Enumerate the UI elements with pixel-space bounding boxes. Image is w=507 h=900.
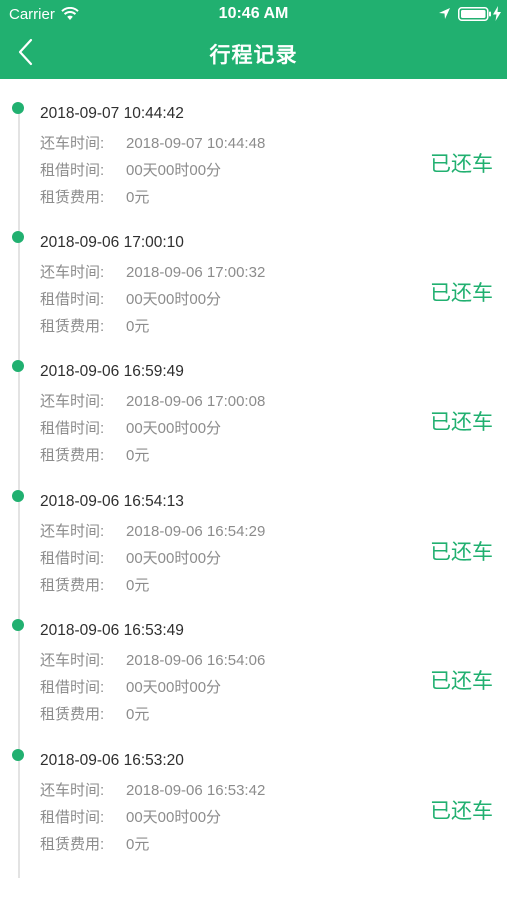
rental-fee-row: 租赁费用: 0元: [40, 186, 149, 207]
trip-start-time: 2018-09-06 17:00:10: [40, 234, 184, 251]
trip-start-time: 2018-09-07 10:44:42: [40, 105, 184, 122]
rental-fee-row: 租赁费用: 0元: [40, 833, 149, 854]
return-time-value: 2018-09-06 17:00:08: [126, 393, 266, 410]
rental-duration-row: 租借时间: 00天00时00分: [40, 417, 221, 438]
return-time-value: 2018-09-06 16:54:29: [126, 523, 266, 540]
trip-start-time: 2018-09-06 16:59:49: [40, 363, 184, 380]
return-time-label: 还车时间:: [40, 135, 105, 152]
timeline-dot: [12, 360, 24, 372]
page-title: 行程记录: [209, 44, 298, 67]
rental-duration-label: 租借时间:: [40, 291, 105, 308]
return-time-value: 2018-09-06 16:54:06: [126, 652, 266, 669]
trip-status: 已还车: [430, 282, 493, 305]
rental-fee-row: 租赁费用: 0元: [40, 315, 149, 336]
rental-fee-row: 租赁费用: 0元: [40, 574, 149, 595]
rental-duration-value: 00天00时00分: [126, 162, 222, 179]
return-time-row: 还车时间: 2018-09-07 10:44:48: [40, 132, 265, 153]
timeline-dot: [12, 749, 24, 761]
status-bar: Carrier 10:46 AM: [0, 0, 507, 28]
rental-duration-value: 00天00时00分: [126, 291, 222, 308]
trip-status: 已还车: [430, 800, 493, 823]
rental-duration-value: 00天00时00分: [126, 550, 222, 567]
rental-duration-row: 租借时间: 00天00时00分: [40, 288, 221, 309]
trip-start-time: 2018-09-06 16:53:20: [40, 752, 184, 769]
charging-bolt-icon: [493, 6, 501, 21]
trip-status: 已还车: [430, 411, 493, 434]
rental-fee-value: 0元: [126, 318, 150, 335]
trip-status: 已还车: [430, 153, 493, 176]
rental-duration-value: 00天00时00分: [126, 679, 222, 696]
return-time-value: 2018-09-06 17:00:32: [126, 264, 266, 281]
trip-item[interactable]: 2018-09-07 10:44:42 还车时间: 2018-09-07 10:4…: [0, 102, 507, 239]
rental-duration-row: 租借时间: 00天00时00分: [40, 547, 221, 568]
return-time-label: 还车时间:: [40, 652, 105, 669]
return-time-row: 还车时间: 2018-09-06 17:00:08: [40, 390, 265, 411]
return-time-row: 还车时间: 2018-09-06 16:54:06: [40, 649, 265, 670]
timeline-dot: [12, 231, 24, 243]
location-arrow-icon: [439, 8, 450, 19]
trip-status: 已还车: [430, 670, 493, 693]
rental-fee-value: 0元: [126, 447, 150, 464]
return-time-row: 还车时间: 2018-09-06 16:53:42: [40, 779, 265, 800]
rental-fee-row: 租赁费用: 0元: [40, 703, 149, 724]
rental-fee-label: 租赁费用:: [40, 318, 105, 335]
rental-duration-row: 租借时间: 00天00时00分: [40, 806, 221, 827]
rental-fee-value: 0元: [126, 577, 150, 594]
rental-fee-value: 0元: [126, 836, 150, 853]
return-time-row: 还车时间: 2018-09-06 17:00:32: [40, 261, 265, 282]
timeline-dot: [12, 490, 24, 502]
rental-fee-label: 租赁费用:: [40, 189, 105, 206]
timeline-dot: [12, 102, 24, 114]
app-header: Carrier 10:46 AM 行程记录: [0, 0, 507, 79]
return-time-label: 还车时间:: [40, 393, 105, 410]
return-time-value: 2018-09-06 16:53:42: [126, 782, 266, 799]
return-time-row: 还车时间: 2018-09-06 16:54:29: [40, 520, 265, 541]
rental-fee-row: 租赁费用: 0元: [40, 444, 149, 465]
rental-duration-row: 租借时间: 00天00时00分: [40, 676, 221, 697]
return-time-value: 2018-09-07 10:44:48: [126, 135, 266, 152]
rental-fee-label: 租赁费用:: [40, 577, 105, 594]
trip-status: 已还车: [430, 541, 493, 564]
trip-item[interactable]: 2018-09-06 16:59:49 还车时间: 2018-09-06 17:0…: [0, 360, 507, 497]
trip-start-time: 2018-09-06 16:53:49: [40, 622, 184, 639]
navigation-bar: 行程记录: [0, 28, 507, 79]
timeline-dot: [12, 619, 24, 631]
return-time-label: 还车时间:: [40, 523, 105, 540]
battery-icon: [458, 7, 491, 21]
rental-fee-label: 租赁费用:: [40, 836, 105, 853]
rental-fee-label: 租赁费用:: [40, 706, 105, 723]
status-time: 10:46 AM: [218, 5, 289, 22]
rental-duration-label: 租借时间:: [40, 550, 105, 567]
rental-fee-value: 0元: [126, 189, 150, 206]
return-time-label: 还车时间:: [40, 264, 105, 281]
rental-duration-label: 租借时间:: [40, 679, 105, 696]
trip-item[interactable]: 2018-09-06 17:00:10 还车时间: 2018-09-06 17:0…: [0, 231, 507, 368]
rental-fee-value: 0元: [126, 706, 150, 723]
trip-item[interactable]: 2018-09-06 16:53:49 还车时间: 2018-09-06 16:5…: [0, 619, 507, 756]
rental-duration-label: 租借时间:: [40, 809, 105, 826]
trip-start-time: 2018-09-06 16:54:13: [40, 493, 184, 510]
rental-fee-label: 租赁费用:: [40, 447, 105, 464]
return-time-label: 还车时间:: [40, 782, 105, 799]
trip-item[interactable]: 2018-09-06 16:54:13 还车时间: 2018-09-06 16:5…: [0, 490, 507, 627]
rental-duration-row: 租借时间: 00天00时00分: [40, 159, 221, 180]
rental-duration-value: 00天00时00分: [126, 420, 222, 437]
trip-item[interactable]: 2018-09-06 16:53:20 还车时间: 2018-09-06 16:5…: [0, 749, 507, 886]
rental-duration-value: 00天00时00分: [126, 809, 222, 826]
rental-duration-label: 租借时间:: [40, 420, 105, 437]
rental-duration-label: 租借时间:: [40, 162, 105, 179]
